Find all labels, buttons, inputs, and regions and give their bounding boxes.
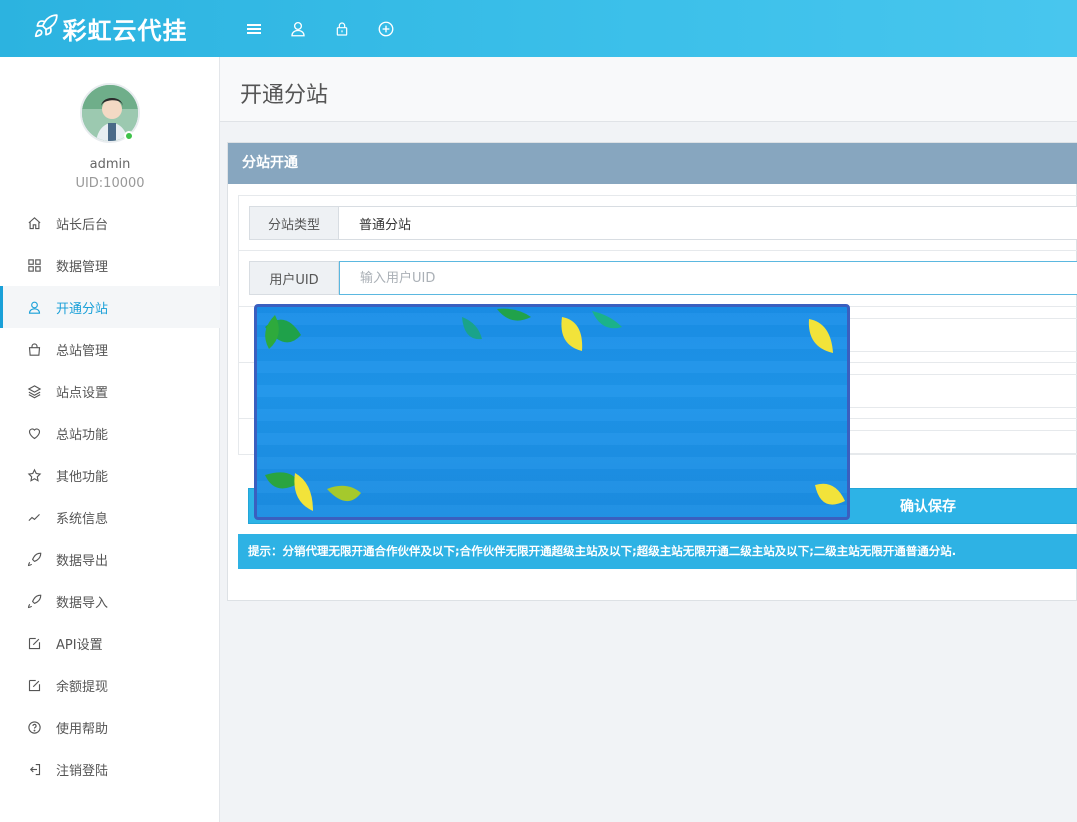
rocket-icon xyxy=(26,551,42,567)
rocket-icon xyxy=(26,593,42,609)
type-row: 分站类型 普通分站 xyxy=(249,206,1077,240)
sidebar-item-dashboard[interactable]: 站长后台 xyxy=(0,202,220,244)
sidebar-nav: 站长后台 数据管理 开通分站 总站管理 站点设置 总站功能 其他功能 系统信息 xyxy=(0,202,220,790)
sidebar-item-system-info[interactable]: 系统信息 xyxy=(0,496,220,538)
trend-icon xyxy=(26,509,42,525)
lock-icon[interactable] xyxy=(320,0,364,57)
sidebar-item-api-settings[interactable]: API设置 xyxy=(0,622,220,664)
sidebar-item-data-management[interactable]: 数据管理 xyxy=(0,244,220,286)
bag-icon xyxy=(26,341,42,357)
sidebar-item-logout[interactable]: 注销登陆 xyxy=(0,748,220,790)
sidebar-item-label: 数据管理 xyxy=(56,259,109,275)
user-icon[interactable] xyxy=(276,0,320,57)
menu-icon[interactable] xyxy=(232,0,276,57)
heart-icon xyxy=(26,425,42,441)
sidebar-item-label: 站点设置 xyxy=(56,385,109,401)
page-header: 开通分站 xyxy=(220,57,1077,122)
sidebar-item-label: 系统信息 xyxy=(56,511,109,527)
sidebar-item-other-functions[interactable]: 其他功能 xyxy=(0,454,220,496)
online-status-dot xyxy=(124,131,134,141)
type-label: 分站类型 xyxy=(249,206,339,240)
overlay-image xyxy=(254,304,850,520)
uid-input[interactable] xyxy=(360,263,1077,293)
sidebar-item-label: 注销登陆 xyxy=(56,763,109,779)
type-select-value: 普通分站 xyxy=(359,217,412,233)
layers-icon xyxy=(26,383,42,399)
sidebar-item-label: API设置 xyxy=(56,637,103,653)
sidebar-item-label: 数据导出 xyxy=(56,553,109,569)
username: admin xyxy=(89,157,131,172)
user-uid: UID:10000 xyxy=(75,176,145,191)
page-title: 开通分站 xyxy=(240,83,329,108)
rocket-icon xyxy=(33,13,59,45)
grid-icon xyxy=(26,257,42,273)
top-header: 彩虹云代挂 xyxy=(0,0,1077,57)
sidebar-item-label: 总站功能 xyxy=(56,427,109,443)
sidebar-item-label: 使用帮助 xyxy=(56,721,109,737)
leaf-decoration xyxy=(265,308,845,511)
logout-icon xyxy=(26,761,42,777)
sidebar-item-site-settings[interactable]: 站点设置 xyxy=(0,370,220,412)
edit-icon xyxy=(26,677,42,693)
panel-title: 分站开通 xyxy=(228,143,1077,184)
home-icon xyxy=(26,215,42,231)
sidebar-item-label: 开通分站 xyxy=(56,301,109,317)
sidebar-item-data-export[interactable]: 数据导出 xyxy=(0,538,220,580)
divider xyxy=(239,250,1077,251)
sidebar-item-master-management[interactable]: 总站管理 xyxy=(0,328,220,370)
user-icon xyxy=(26,299,42,315)
tip-notice: 提示：分销代理无限开通合作伙伴及以下;合作伙伴无限开通超级主站及以下;超级主站无… xyxy=(238,534,1077,569)
sidebar-item-withdraw[interactable]: 余额提现 xyxy=(0,664,220,706)
sidebar: admin UID:10000 站长后台 数据管理 开通分站 总站管理 站点设置… xyxy=(0,57,220,822)
sidebar-item-master-functions[interactable]: 总站功能 xyxy=(0,412,220,454)
help-icon xyxy=(26,719,42,735)
sidebar-item-label: 数据导入 xyxy=(56,595,109,611)
uid-row: 用户UID xyxy=(249,261,1077,295)
star-icon xyxy=(26,467,42,483)
sidebar-item-data-import[interactable]: 数据导入 xyxy=(0,580,220,622)
sidebar-item-open-substation[interactable]: 开通分站 xyxy=(0,286,220,328)
sidebar-item-help[interactable]: 使用帮助 xyxy=(0,706,220,748)
brand-name: 彩虹云代挂 xyxy=(62,17,188,45)
sidebar-item-label: 总站管理 xyxy=(56,343,109,359)
uid-field[interactable] xyxy=(339,261,1077,295)
sidebar-item-label: 其他功能 xyxy=(56,469,109,485)
plus-circle-icon[interactable] xyxy=(364,0,408,57)
top-toolbar xyxy=(232,0,408,57)
sidebar-item-label: 站长后台 xyxy=(56,217,109,233)
brand-logo[interactable]: 彩虹云代挂 xyxy=(0,0,220,57)
uid-label: 用户UID xyxy=(249,261,339,295)
sidebar-item-label: 余额提现 xyxy=(56,679,109,695)
type-select[interactable]: 普通分站 xyxy=(339,206,1077,240)
edit-icon xyxy=(26,635,42,651)
